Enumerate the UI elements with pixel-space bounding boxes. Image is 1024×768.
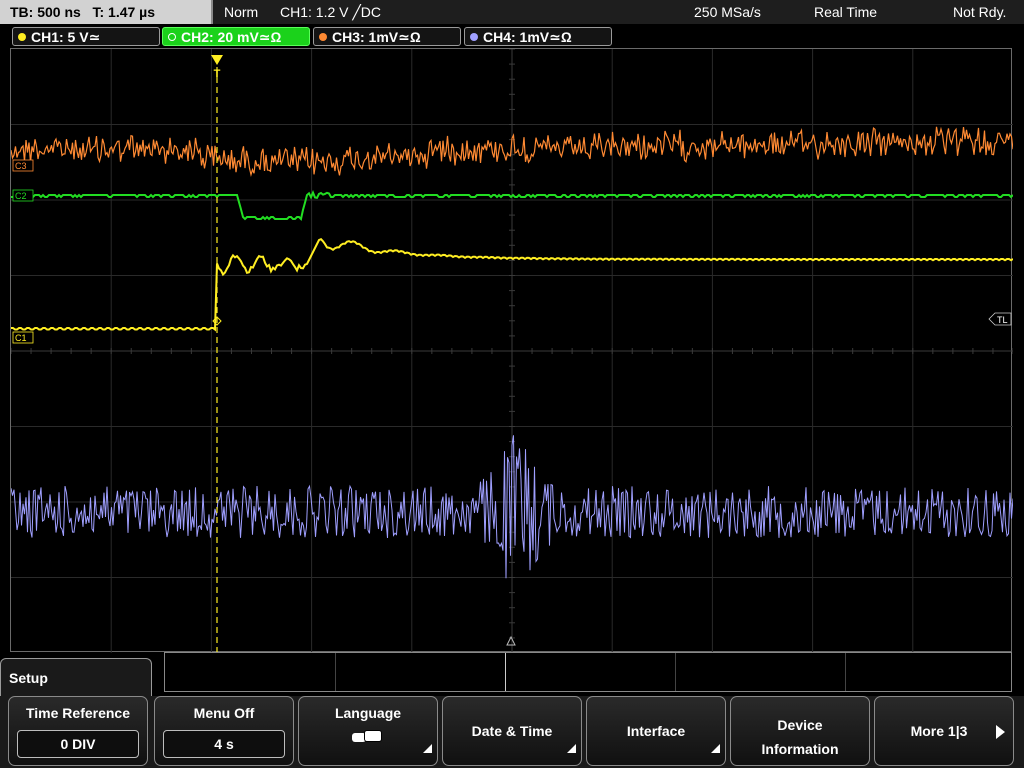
menu-off-value[interactable]: 4 s: [163, 730, 285, 758]
trigger-top-label: T: [214, 68, 221, 80]
date-time-softkey[interactable]: Date & Time: [442, 696, 582, 766]
timebase-box[interactable]: TB: 500 ns T: 1.47 µs: [0, 0, 213, 24]
acquisition-status: Not Rdy.: [953, 4, 1007, 20]
tab-ch4-label: CH4: 1mV≃Ω: [483, 29, 572, 45]
channel-tabs: CH1: 5 V≃ CH2: 20 mV≃Ω CH3: 1mV≃Ω CH4: 1…: [0, 25, 1024, 48]
trigger-time-readout: T: 1.47 µs: [92, 4, 156, 20]
marker-label: C3: [15, 161, 27, 171]
strip-divider: [675, 653, 676, 691]
softkey-label-line1: Device: [777, 717, 823, 733]
softkey-label: Time Reference: [25, 705, 130, 721]
softkey-label: Menu Off: [193, 705, 255, 721]
tab-ch2-label: CH2: 20 mV≃Ω: [181, 29, 282, 45]
softkey-label-line2: Information: [761, 741, 839, 757]
ch4-color-dot: [470, 33, 478, 41]
trigger-level-label: TL: [997, 315, 1008, 325]
ch1-ground-marker: C1: [12, 331, 34, 344]
strip-center-line: [505, 653, 506, 691]
time-reference-value[interactable]: 0 DIV: [17, 730, 139, 758]
softkey-label: Date & Time: [471, 723, 553, 739]
trigger-level-marker: TL: [988, 312, 1012, 326]
ch2-color-dot: [168, 33, 176, 41]
softkey-label: Device Information: [731, 713, 869, 761]
timebase-overview-strip[interactable]: [164, 652, 1012, 692]
ch3-color-dot: [319, 33, 327, 41]
marker-label: C2: [15, 191, 27, 201]
menu-title: Setup: [9, 670, 48, 686]
submenu-corner-icon: [567, 744, 576, 753]
waveform-canvas: T C3 C2 C1 TL: [11, 49, 1013, 653]
menu-off-softkey[interactable]: Menu Off 4 s: [154, 696, 294, 766]
submenu-corner-icon: [423, 744, 432, 753]
menu-title-tab: Setup: [0, 658, 152, 696]
tab-ch2[interactable]: CH2: 20 mV≃Ω: [162, 27, 310, 46]
waveform-display[interactable]: T C3 C2 C1 TL: [10, 48, 1013, 653]
tab-ch3-label: CH3: 1mV≃Ω: [332, 29, 421, 45]
tab-ch4[interactable]: CH4: 1mV≃Ω: [464, 27, 612, 46]
trigger-position-icon: [211, 55, 223, 65]
status-bar: TB: 500 ns T: 1.47 µs Norm CH1: 1.2 V ╱D…: [0, 0, 1024, 24]
ch1-color-dot: [18, 33, 26, 41]
softkey-label: Interface: [626, 723, 686, 739]
tab-ch3[interactable]: CH3: 1mV≃Ω: [313, 27, 461, 46]
interface-softkey[interactable]: Interface: [586, 696, 726, 766]
softkey-label: Language: [334, 705, 402, 721]
softkey-label: More 1|3: [910, 723, 968, 739]
sample-rate: 250 MSa/s: [694, 4, 761, 20]
softkey-bar: Time Reference 0 DIV Menu Off 4 s Langua…: [0, 696, 1024, 768]
time-reference-softkey[interactable]: Time Reference 0 DIV: [8, 696, 148, 766]
arrow-right-icon: [996, 725, 1005, 739]
ch3-ground-marker: C3: [12, 159, 34, 172]
language-softkey[interactable]: Language: [298, 696, 438, 766]
more-softkey[interactable]: More 1|3: [874, 696, 1014, 766]
marker-label: C1: [15, 333, 27, 343]
trigger-mode[interactable]: Norm: [224, 0, 258, 24]
timebase-readout: TB: 500 ns: [10, 4, 81, 20]
ch2-ground-marker: C2: [12, 189, 34, 202]
strip-divider: [335, 653, 336, 691]
speech-bubbles-icon: [352, 730, 382, 744]
trigger-setting[interactable]: CH1: 1.2 V ╱DC: [280, 0, 381, 24]
device-information-softkey[interactable]: Device Information: [730, 696, 870, 766]
strip-divider: [845, 653, 846, 691]
submenu-corner-icon: [711, 744, 720, 753]
tab-ch1[interactable]: CH1: 5 V≃: [12, 27, 160, 46]
tab-ch1-label: CH1: 5 V≃: [31, 29, 101, 45]
acquisition-mode[interactable]: Real Time: [814, 0, 877, 24]
